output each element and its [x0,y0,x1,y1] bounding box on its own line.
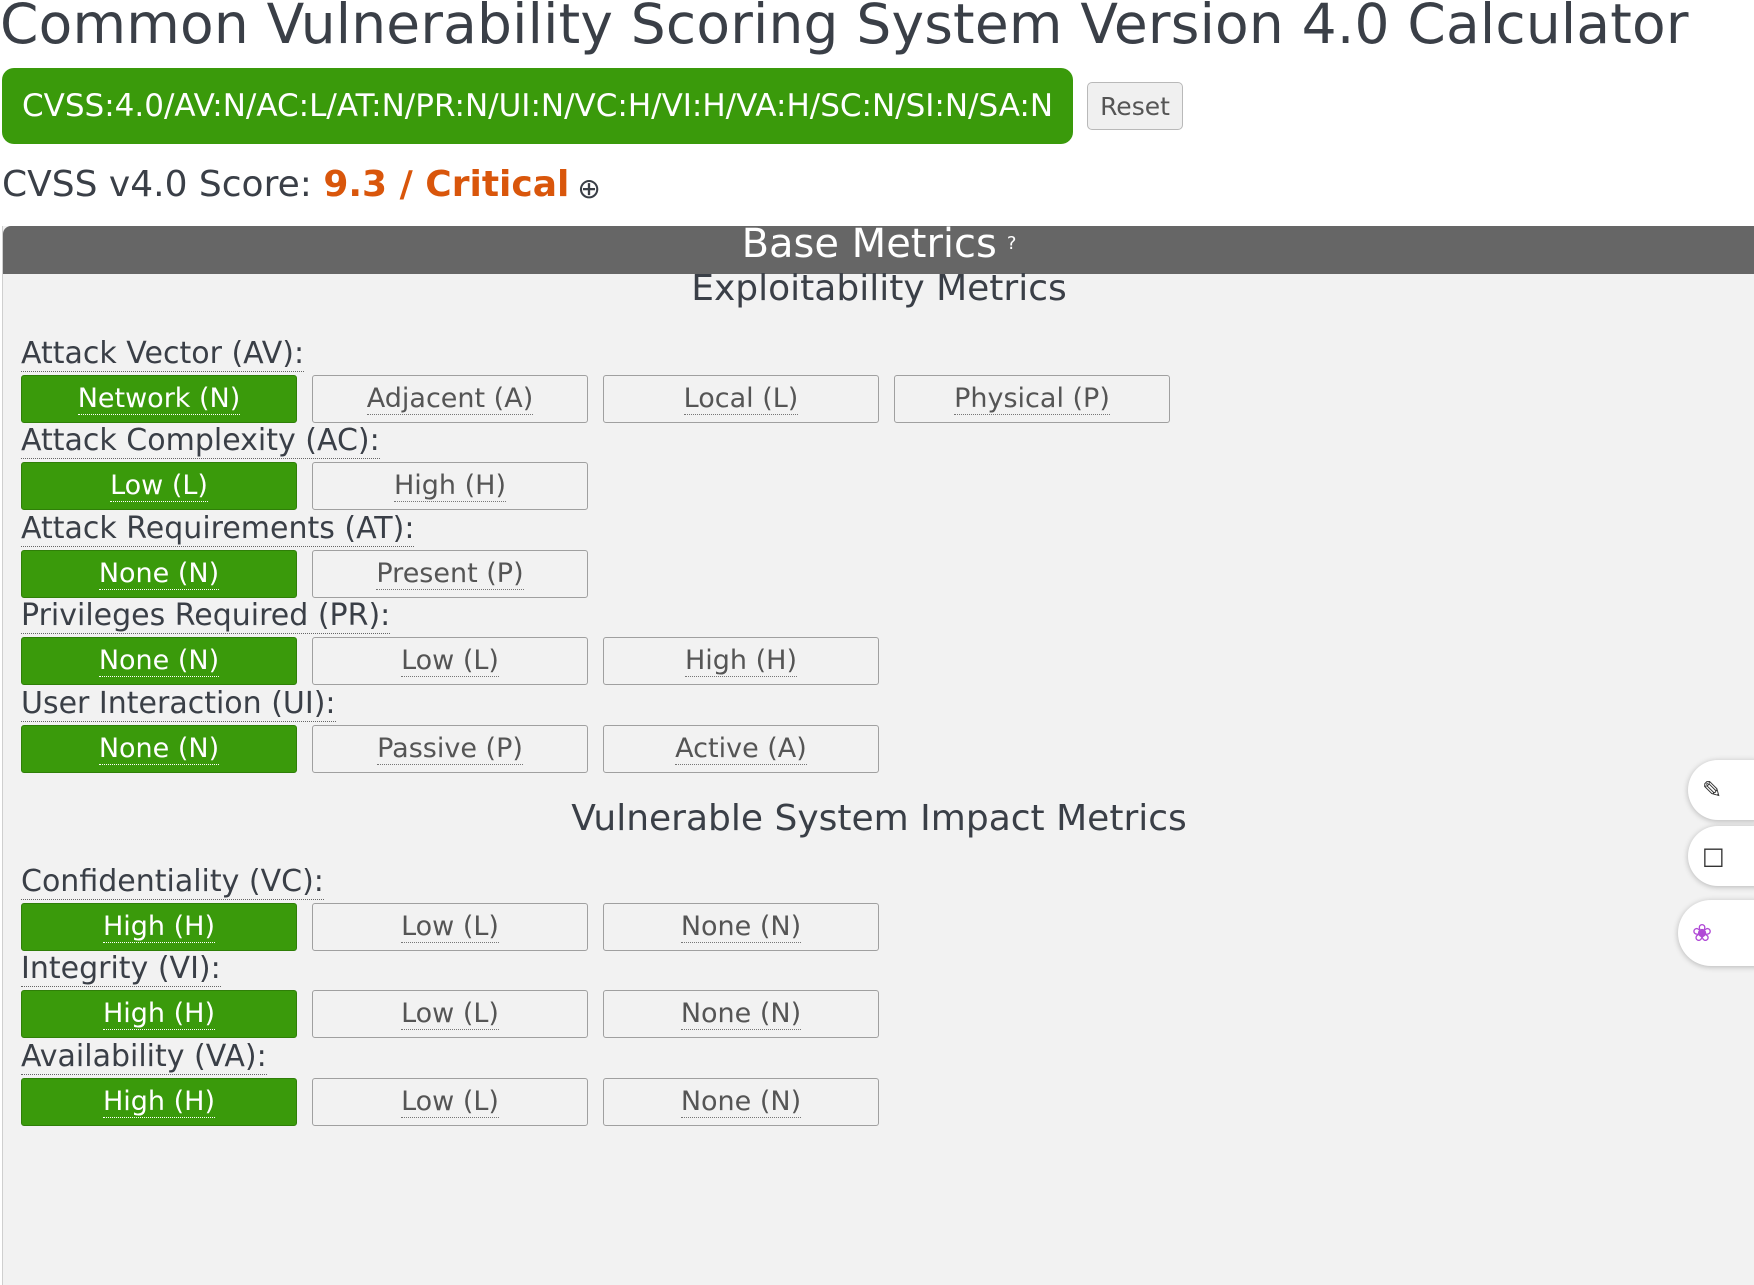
metric-label: User Interaction (UI): [21,686,336,722]
metric-option-button[interactable]: Low (L) [312,903,588,951]
metric-option-button[interactable]: Active (A) [603,725,879,773]
metric-option-label: Low (L) [110,470,208,502]
metric-label-text: Integrity (VI): [21,951,221,987]
score-prefix: CVSS v4.0 Score: [2,164,324,205]
metric-option-button[interactable]: None (N) [603,1078,879,1126]
metric-option-label: None (N) [680,1086,802,1118]
calculator-page: Common Vulnerability Scoring System Vers… [0,0,1754,1285]
base-metrics-title: Base Metrics [741,226,997,267]
metric-option-button[interactable]: High (H) [21,1078,297,1126]
metric-option-label: Network (N) [77,383,241,415]
metric-option-button[interactable]: Present (P) [312,550,588,598]
metric-option-label: Physical (P) [954,383,1110,415]
metric-option-button[interactable]: Low (L) [312,1078,588,1126]
metric-options: Low (L) High (H) [21,462,603,510]
metric-label: Availability (VA): [21,1039,267,1075]
exploitability-title: Exploitability Metrics [691,268,1067,309]
metric-option-label: None (N) [98,558,220,590]
score-value: 9.3 / Critical [323,164,570,205]
metric-option-label: Low (L) [401,998,499,1030]
reset-button[interactable]: Reset [1087,82,1183,130]
metric-options: None (N) Present (P) [21,550,603,598]
base-metrics-header: Base Metrics? [3,226,1754,274]
metric-label: Privileges Required (PR): [21,598,391,634]
metric-option-button[interactable]: Network (N) [21,375,297,423]
metric-options: High (H) Low (L) None (N) [21,990,894,1038]
metric-option-label: Low (L) [401,645,499,677]
metric-option-label: High (H) [102,911,215,943]
expand-details-icon[interactable]: ⊕ [577,172,600,205]
impact-title: Vulnerable System Impact Metrics [571,798,1187,839]
metric-option-button[interactable]: None (N) [21,637,297,685]
metric-option-label: None (N) [98,645,220,677]
metric-options: None (N) Low (L) High (H) [21,637,894,685]
metric-option-label: Adjacent (A) [366,383,534,415]
metric-label: Integrity (VI): [21,951,221,987]
metric-options: High (H) Low (L) None (N) [21,903,894,951]
metric-option-label: High (H) [102,1086,215,1118]
metric-label: Attack Complexity (AC): [21,423,380,459]
metric-option-button[interactable]: Low (L) [21,462,297,510]
metric-label-text: Attack Requirements (AT): [21,511,415,547]
metric-option-label: Active (A) [675,733,807,765]
metric-option-button[interactable]: Low (L) [312,990,588,1038]
page-title: Common Vulnerability Scoring System Vers… [0,0,1689,56]
metric-label-text: User Interaction (UI): [21,686,336,722]
metric-label-text: Confidentiality (VC): [21,864,324,900]
metric-label: Confidentiality (VC): [21,864,324,900]
metric-option-button[interactable]: None (N) [21,550,297,598]
metric-option-button[interactable]: Local (L) [603,375,879,423]
metric-option-button[interactable]: Passive (P) [312,725,588,773]
metric-option-label: None (N) [680,998,802,1030]
metric-option-label: Low (L) [401,1086,499,1118]
metric-option-label: High (H) [684,645,797,677]
metric-option-label: Low (L) [401,911,499,943]
metric-option-label: Passive (P) [377,733,523,765]
metric-options: None (N) Passive (P) Active (A) [21,725,894,773]
metric-option-button[interactable]: High (H) [21,903,297,951]
metric-option-button[interactable]: High (H) [21,990,297,1038]
metric-option-label: None (N) [680,911,802,943]
metric-option-button[interactable]: Physical (P) [894,375,1170,423]
metric-option-button[interactable]: None (N) [603,903,879,951]
metric-option-label: Present (P) [376,558,524,590]
metric-options: High (H) Low (L) None (N) [21,1078,894,1126]
metric-options: Network (N) Adjacent (A) Local (L) Physical… [21,375,1185,423]
metric-option-button[interactable]: High (H) [603,637,879,685]
metric-option-button[interactable]: Adjacent (A) [312,375,588,423]
metric-option-label: None (N) [98,733,220,765]
metric-label-text: Attack Complexity (AC): [21,423,380,459]
metric-label-text: Attack Vector (AV): [21,336,305,372]
vector-row: CVSS:4.0/AV:N/AC:L/AT:N/PR:N/UI:N/VC:H/V… [2,68,1183,144]
assistant-icon[interactable]: ❀ [1678,900,1754,966]
base-metrics-panel: Base Metrics? Exploitability Metrics Att… [2,226,1754,1285]
document-icon[interactable]: □ [1688,826,1754,886]
metric-option-label: High (H) [102,998,215,1030]
help-icon[interactable]: ? [1007,233,1017,254]
vector-string[interactable]: CVSS:4.0/AV:N/AC:L/AT:N/PR:N/UI:N/VC:H/V… [2,68,1074,144]
score-line: CVSS v4.0 Score: 9.3 / Critical ⊕ [2,164,601,205]
metric-option-button[interactable]: None (N) [603,990,879,1038]
metric-option-label: High (H) [393,470,506,502]
metric-label: Attack Requirements (AT): [21,511,415,547]
edit-icon[interactable]: ✎ [1688,760,1754,820]
metric-option-button[interactable]: Low (L) [312,637,588,685]
metric-label-text: Privileges Required (PR): [21,598,391,634]
metric-option-label: Local (L) [683,383,799,415]
metric-option-button[interactable]: High (H) [312,462,588,510]
metric-label: Attack Vector (AV): [21,336,305,372]
metric-label-text: Availability (VA): [21,1039,267,1075]
metric-option-button[interactable]: None (N) [21,725,297,773]
